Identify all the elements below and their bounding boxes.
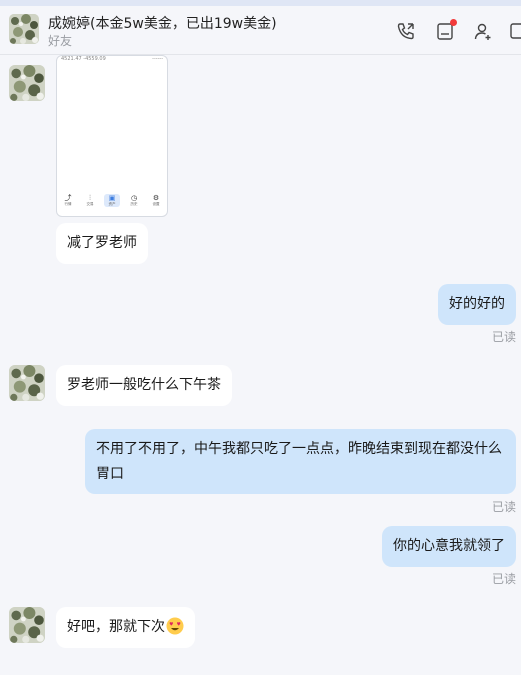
- phone-icon[interactable]: [395, 20, 417, 42]
- chat-header: 成婉婷(本金5w美金，已出19w美金) 好友: [0, 6, 521, 55]
- read-status: 已读: [491, 500, 516, 514]
- image-tab: ⚙ 设置: [152, 193, 160, 206]
- image-tab: ◷ 历史: [130, 193, 138, 206]
- read-status: 已读: [491, 330, 516, 344]
- contact-avatar[interactable]: [9, 14, 39, 44]
- sender-avatar[interactable]: [9, 365, 45, 401]
- image-top-right-text: ------: [152, 56, 163, 62]
- image-message[interactable]: 4521.47 -4559.09 ------ ⤴ 行情 ⫶ 交易 ▣ 资产 ◷ 历史 …: [56, 55, 168, 217]
- message-bubble-incoming[interactable]: 减了罗老师: [56, 223, 148, 264]
- message-text: 好吧，那就下次: [67, 619, 165, 635]
- message-bubble-outgoing[interactable]: 你的心意我就领了: [382, 526, 516, 567]
- message-bubble-outgoing[interactable]: 不用了不用了，中午我都只吃了一点点，昨晚结束到现在都没什么胃口: [85, 429, 516, 494]
- heart-eyes-emoji-icon: [166, 617, 184, 635]
- message-bubble-incoming[interactable]: 好吧，那就下次: [56, 607, 195, 648]
- more-icon[interactable]: [508, 20, 521, 42]
- contact-name[interactable]: 成婉婷(本金5w美金，已出19w美金): [48, 13, 277, 33]
- image-tab: ⫶ 交易: [86, 193, 94, 206]
- message-bubble-outgoing[interactable]: 好的好的: [438, 284, 516, 325]
- sender-avatar[interactable]: [9, 607, 45, 643]
- read-status: 已读: [491, 572, 516, 586]
- message-bubble-incoming[interactable]: 罗老师一般吃什么下午茶: [56, 365, 232, 406]
- add-user-icon[interactable]: [472, 20, 494, 42]
- image-tab: ⤴ 行情: [64, 193, 72, 206]
- notification-dot: [450, 19, 457, 26]
- image-tab-active: ▣ 资产: [104, 193, 120, 207]
- image-tabbar: ⤴ 行情 ⫶ 交易 ▣ 资产 ◷ 历史 ⚙ 设置: [57, 190, 167, 210]
- sender-avatar[interactable]: [9, 65, 45, 101]
- contact-relation: 好友: [48, 34, 73, 48]
- image-top-text: 4521.47 -4559.09: [61, 56, 106, 62]
